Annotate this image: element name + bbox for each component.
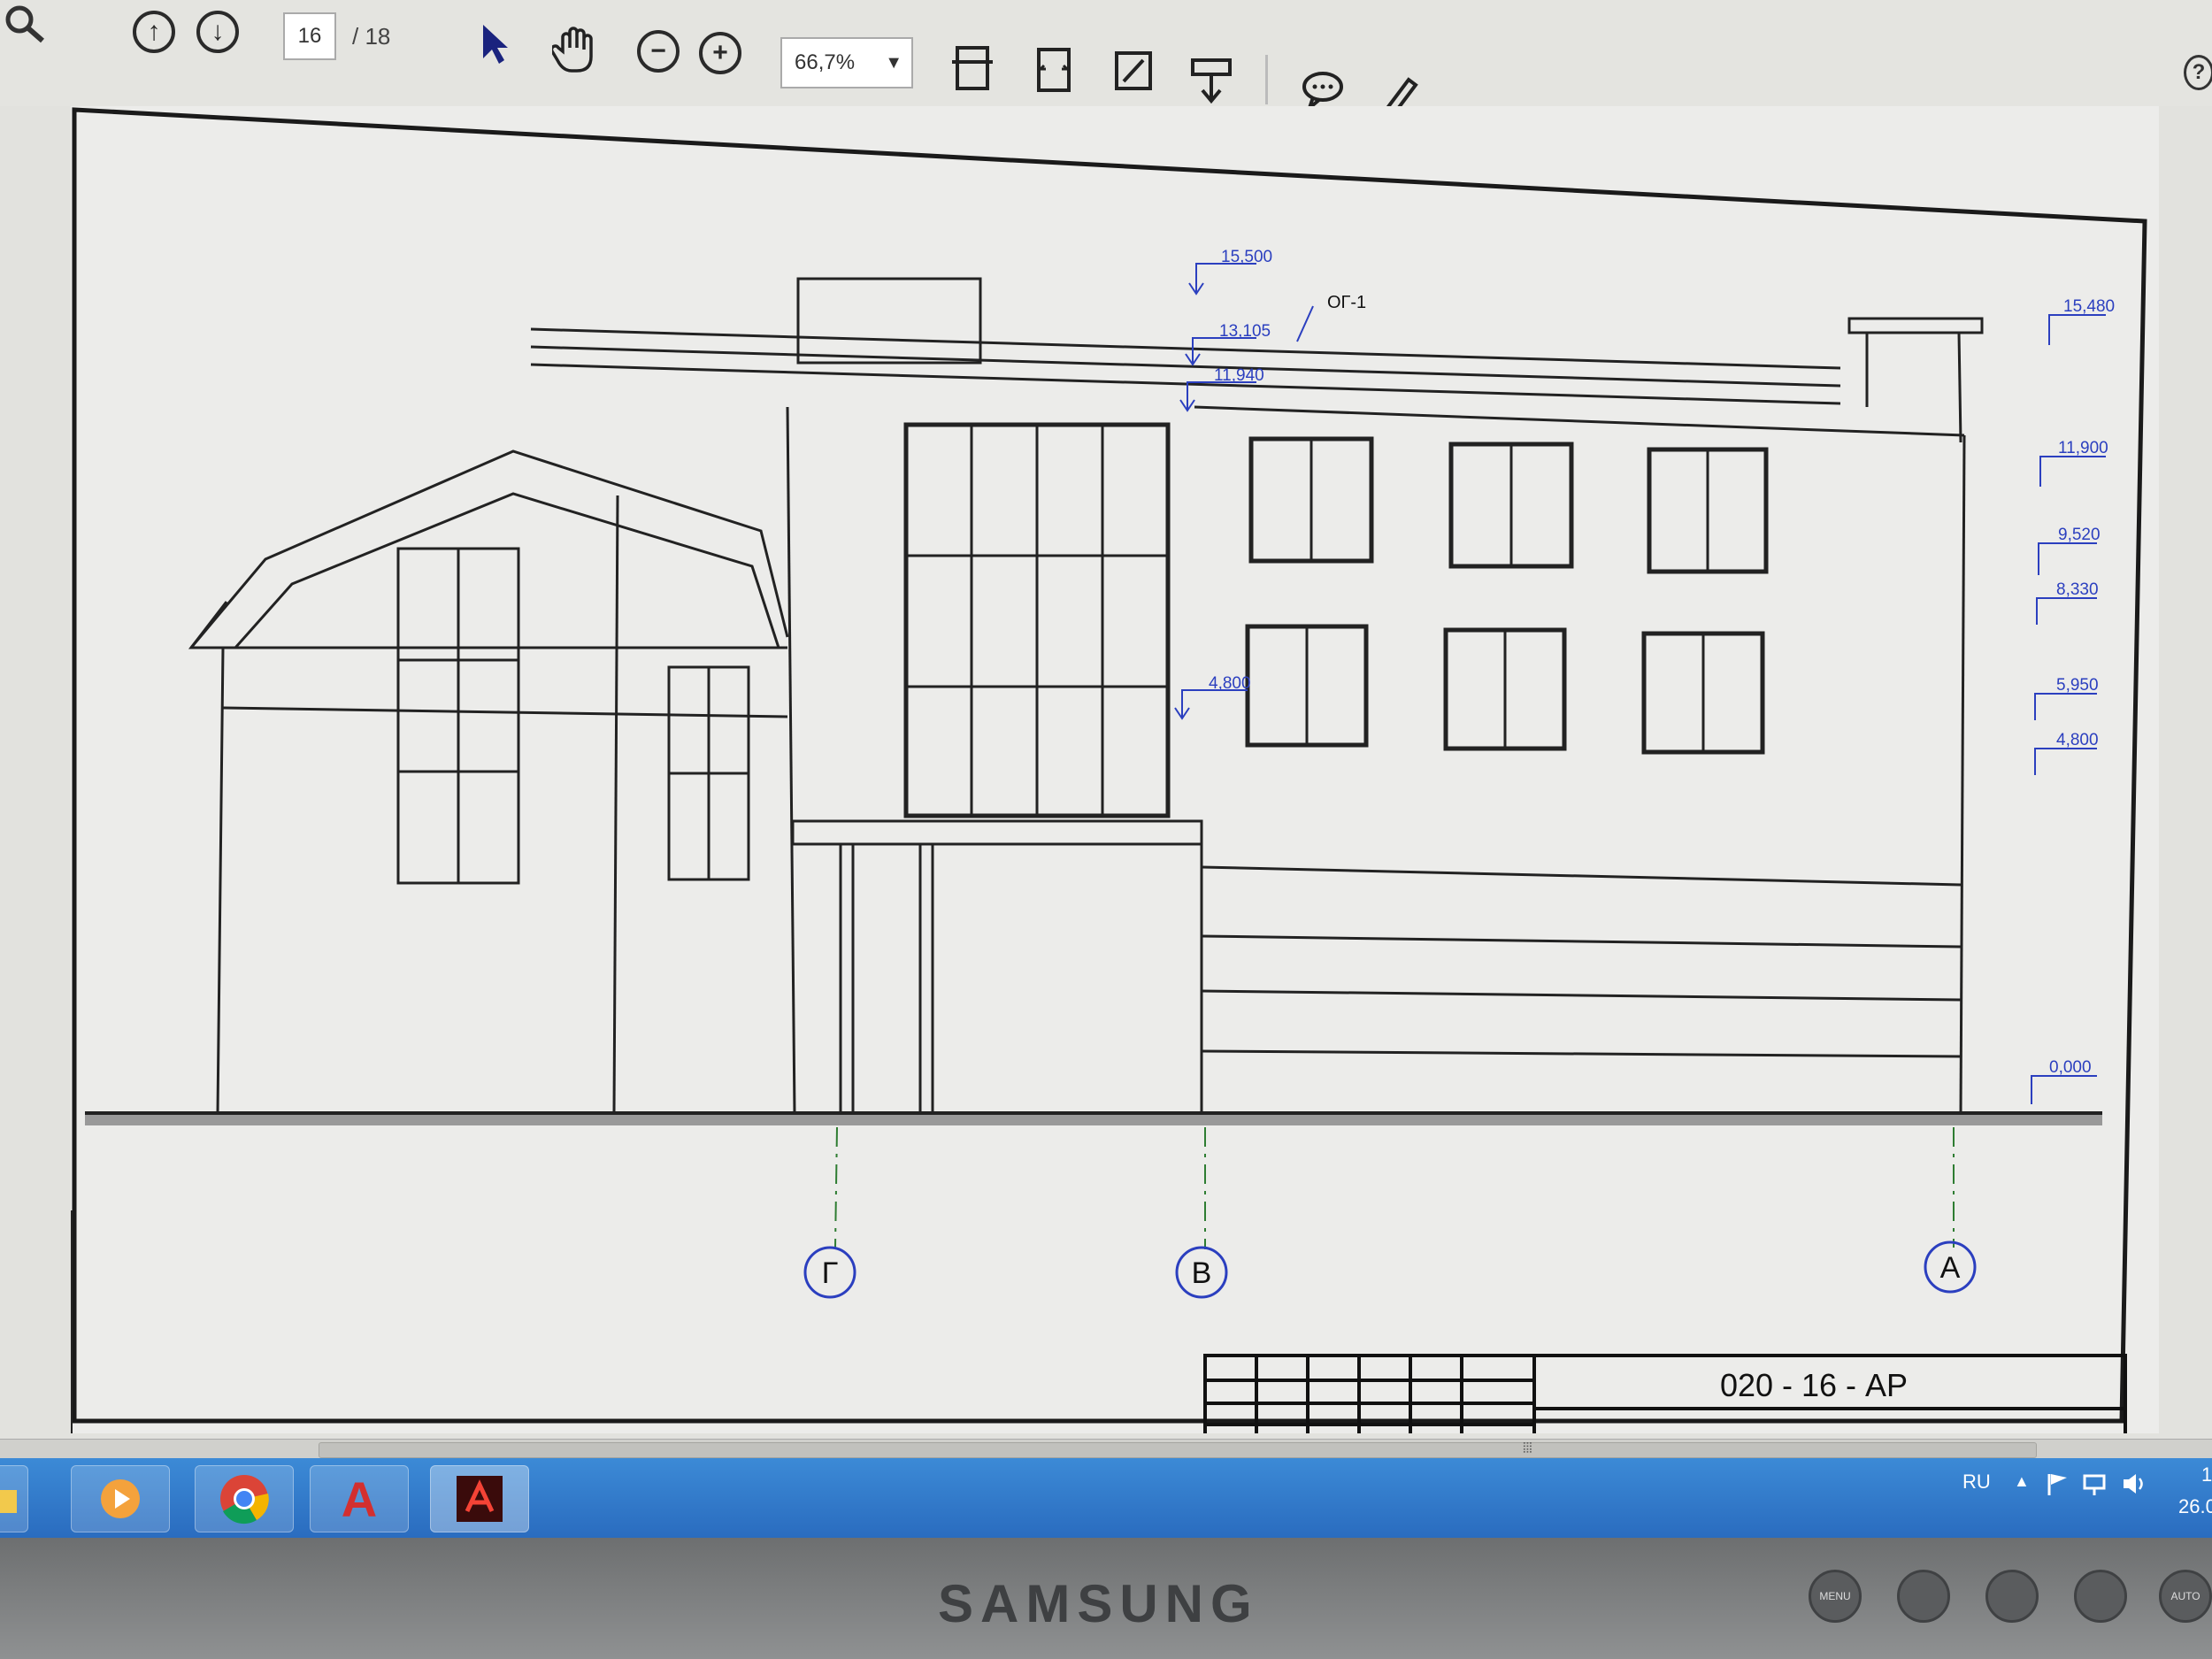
autocad-taskbar-button[interactable]: A [310,1465,409,1532]
monitor-menu-button[interactable]: MENU [1809,1570,1862,1623]
level-label: 5,950 [2056,676,2099,695]
acrobat-icon [457,1476,503,1522]
page-total: / 18 [352,23,391,50]
axis-label: А [1940,1251,1961,1285]
clock-date[interactable]: 26.0 [2178,1495,2212,1518]
monitor-auto-button[interactable]: AUTO [2159,1570,2212,1623]
monitor-enter-button[interactable] [2074,1570,2127,1623]
zoom-select[interactable]: 66,7% ▼ [780,37,913,88]
folder-icon [0,1490,17,1513]
grip-icon: ⦙⦙⦙ [1523,1441,1532,1456]
drawing-code: 020 - 16 - АР [1720,1367,1908,1403]
help-button[interactable]: ? [2184,55,2212,90]
horizontal-scrollbar[interactable]: ⦙⦙⦙ [0,1439,2212,1459]
volume-icon[interactable] [2120,1471,2147,1497]
page-number-input[interactable]: 16 [283,12,336,60]
ground-hatch [85,1113,2102,1125]
monitor-brightness-button[interactable] [1985,1570,2039,1623]
level-label: 11,900 [2058,439,2108,457]
chevron-down-icon: ▼ [885,53,902,73]
taskbar: A RU ▲ 1 26.0 [0,1458,2212,1538]
svg-text:A: A [342,1472,377,1525]
scroll-thumb[interactable]: ⦙⦙⦙ [319,1441,2037,1458]
level-label: 15,480 [2063,297,2115,316]
next-page-button[interactable]: ↓ [196,11,239,53]
language-indicator[interactable]: RU [1962,1471,1991,1494]
axis-label: В [1192,1256,1212,1290]
flag-icon[interactable] [2044,1471,2070,1497]
level-label: 4,800 [1209,674,1251,693]
drawing-sheet: 15,500 13,105 11,940 4,800 ОГ-1 15,480 1… [71,106,2159,1433]
zoom-value: 66,7% [795,50,856,74]
media-player-taskbar-button[interactable] [71,1465,170,1532]
monitor-brand: SAMSUNG [938,1574,1259,1633]
level-label: 11,940 [1214,366,1264,385]
acrobat-taskbar-button[interactable] [430,1465,529,1532]
clock-time[interactable]: 1 [2201,1463,2212,1486]
fit-page-icon[interactable] [952,44,993,94]
fit-width-icon[interactable] [1033,46,1074,96]
document-viewport[interactable]: 15,500 13,105 11,940 4,800 ОГ-1 15,480 1… [0,106,2212,1451]
level-label: 8,330 [2056,580,2099,599]
zoom-in-button[interactable]: + [699,32,741,74]
search-icon[interactable] [4,4,46,46]
callout-label: ОГ-1 [1327,293,1366,312]
level-label: 13,105 [1219,322,1271,341]
scroll-mode-icon[interactable] [1189,57,1233,104]
media-player-icon [101,1479,140,1518]
monitor-source-button[interactable] [1897,1570,1950,1623]
chrome-taskbar-button[interactable] [195,1465,294,1532]
monitor-bezel: SAMSUNG MENU AUTO [0,1538,2212,1659]
autocad-icon: A [342,1472,377,1525]
level-label: 4,800 [2056,731,2099,749]
comment-icon[interactable] [1301,69,1345,110]
axis-label: Г [822,1256,838,1290]
explorer-taskbar-button[interactable] [0,1465,28,1532]
chrome-icon [220,1475,269,1525]
hand-tool-icon[interactable] [552,25,600,74]
toolbar-divider [1265,55,1268,104]
network-icon[interactable] [2081,1471,2108,1497]
chevron-up-icon[interactable]: ▲ [2014,1472,2030,1491]
zoom-out-button[interactable]: − [637,30,680,73]
level-label: 15,500 [1221,248,1272,266]
full-screen-icon[interactable] [1113,50,1154,94]
select-tool-icon[interactable] [478,23,510,65]
level-label: 0,000 [2049,1058,2092,1077]
acrobat-toolbar: ↑ ↓ 16 / 18 − + 66,7% ▼ ? [0,0,2212,116]
level-label: 9,520 [2058,526,2101,544]
previous-page-button[interactable]: ↑ [133,11,175,53]
